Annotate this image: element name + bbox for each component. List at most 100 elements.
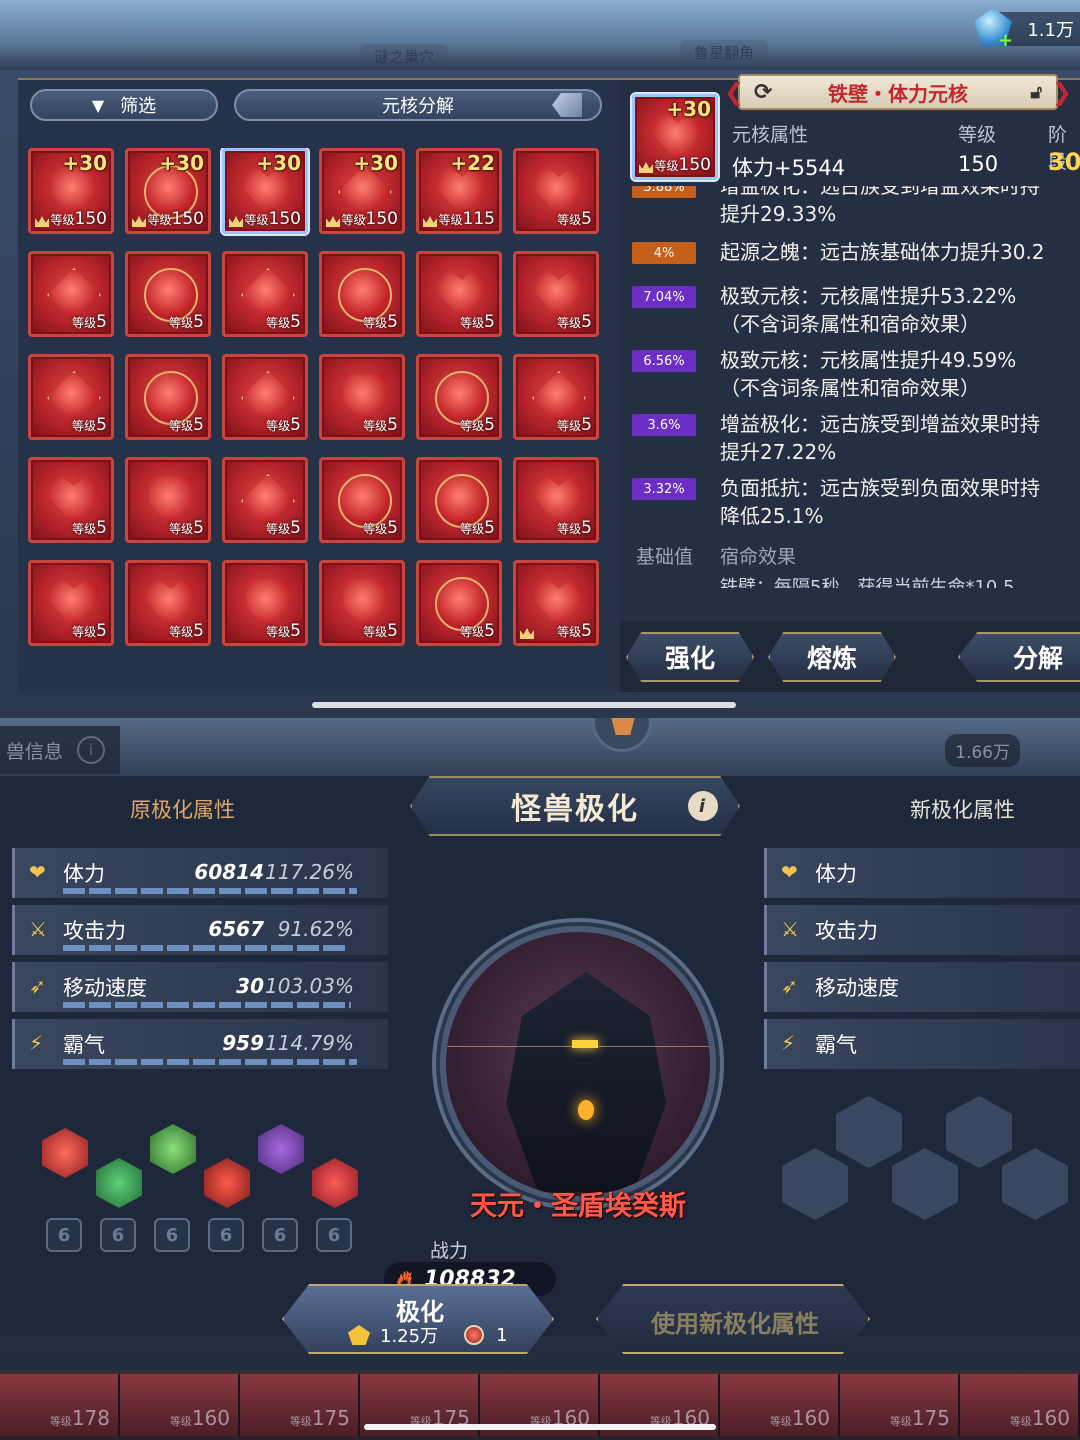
beast-name: 天元・圣盾埃癸斯 xyxy=(470,1191,686,1222)
skill-purple-icon[interactable] xyxy=(258,1124,304,1174)
core-item[interactable]: 等级5 xyxy=(28,354,114,440)
use-new-attr-label: 使用新极化属性 xyxy=(651,1310,819,1338)
wing-icon: ➶ xyxy=(781,974,798,998)
beast-thumb[interactable]: 等级160 xyxy=(720,1374,840,1436)
core-item[interactable]: 等级5 xyxy=(513,560,599,646)
effect-text: 极致元核：元核属性提升49.59% xyxy=(720,348,1017,372)
refresh-icon[interactable]: ⟳ xyxy=(754,80,772,105)
use-new-attr-button[interactable]: 使用新极化属性 xyxy=(596,1284,870,1354)
beast-info-tab[interactable]: 兽信息 i xyxy=(0,726,120,774)
core-item[interactable]: 等级5 xyxy=(416,251,502,337)
decompose-button[interactable]: 分解 xyxy=(958,632,1080,682)
locked-slot-4[interactable]: 6 xyxy=(208,1218,244,1252)
polarize-cost: 1.25万 1 xyxy=(348,1322,508,1348)
core-item[interactable]: 等级5 xyxy=(222,251,308,337)
core-item[interactable]: 等级5 xyxy=(222,457,308,543)
stage-value: 30 xyxy=(1048,148,1080,176)
skill-green-icon[interactable] xyxy=(96,1158,142,1208)
core-item[interactable]: 等级5 xyxy=(319,457,405,543)
smelt-button[interactable]: 熔炼 xyxy=(768,632,896,682)
beast-thumb[interactable]: 等级160 xyxy=(960,1374,1080,1436)
filter-icon: ▼ xyxy=(91,95,105,115)
stat-bar xyxy=(63,945,345,951)
beast-thumb[interactable]: 等级175 xyxy=(840,1374,960,1436)
core-item[interactable]: 等级5 xyxy=(319,560,405,646)
filter-button[interactable]: ▼ 筛选 xyxy=(30,89,218,121)
effect-text: 增益极化：远古族受到增益效果时持 xyxy=(720,412,1040,436)
core-item[interactable]: 等级5 xyxy=(28,457,114,543)
core-item[interactable]: 等级5 xyxy=(416,354,502,440)
lock-icon[interactable]: 🔓︎ xyxy=(1030,82,1042,103)
beast-thumb-level: 等级160 xyxy=(1009,1406,1070,1430)
core-item[interactable]: 等级5 xyxy=(28,251,114,337)
core-item[interactable]: 等级5 xyxy=(125,354,211,440)
core-item[interactable]: 等级5 xyxy=(125,560,211,646)
core-item[interactable]: 等级5 xyxy=(319,251,405,337)
core-item[interactable]: 等级5 xyxy=(513,251,599,337)
core-item[interactable]: 等级5 xyxy=(125,457,211,543)
beast-core-glow xyxy=(578,1100,594,1120)
enhance-button[interactable]: 强化 xyxy=(626,632,754,682)
gem-counter[interactable]: + 1.1万 xyxy=(974,8,1080,51)
core-item[interactable]: +30 等级150 xyxy=(319,148,405,234)
beast-thumb[interactable]: 等级178 xyxy=(0,1374,120,1436)
core-item[interactable]: 等级5 xyxy=(513,457,599,543)
core-item[interactable]: 等级5 xyxy=(416,457,502,543)
info-icon[interactable]: i xyxy=(77,736,106,764)
beast-thumb[interactable]: 等级175 xyxy=(240,1374,360,1436)
skill-fire-lv-icon[interactable] xyxy=(204,1158,250,1208)
locked-slot-2[interactable]: 6 xyxy=(100,1218,136,1252)
core-item[interactable]: 等级5 xyxy=(222,560,308,646)
beast-thumb[interactable]: 等级160 xyxy=(120,1374,240,1436)
core-plus: +30 xyxy=(666,97,711,121)
base-value-tab[interactable]: 基础值 xyxy=(636,542,693,569)
wing-icon: ➶ xyxy=(29,974,46,998)
core-detail-panel: +30 等级150 ❮ ⟳ 铁壁・体力元核 🔓︎ ❯ 元核属性 等级 阶段 体力… xyxy=(620,74,1080,692)
effects-list[interactable]: 3.88% 增益极化：远古族受到增益效果时持 提升29.33% 4% 起源之魄：远古族基… xyxy=(620,186,1080,588)
core-list-panel: ▼ 筛选 元核分解 +30 等级150 +30 等级150 +30 等级150 +30 等级1… xyxy=(18,80,620,692)
core-level: 等级5 xyxy=(169,621,204,641)
crown-icon xyxy=(520,628,534,639)
stat-percent: 114.79% xyxy=(265,1031,354,1055)
stat-name: 移动速度 xyxy=(815,976,899,1000)
core-item[interactable]: 等级5 xyxy=(125,251,211,337)
polarize-panel: 怪兽极化 i 原极化属性 新极化属性 ❤ 体力 60814 117.26% ⚔ 攻击力 65… xyxy=(0,776,1080,1336)
skill-red-icon[interactable] xyxy=(42,1128,88,1178)
faded-label-2: 鲁星翻角 xyxy=(680,40,769,65)
heart-icon: ❤ xyxy=(781,860,798,884)
core-plus: +30 xyxy=(159,151,204,175)
prev-arrow-icon[interactable]: ❮ xyxy=(724,78,744,106)
locked-slot-5[interactable]: 6 xyxy=(262,1218,298,1252)
sword-icon: ⚔ xyxy=(29,917,47,941)
empty-hex-slot xyxy=(836,1096,902,1168)
next-arrow-icon[interactable]: ❯ xyxy=(1052,78,1072,106)
beast-thumb-level: 等级160 xyxy=(769,1406,830,1430)
core-item[interactable]: 等级5 xyxy=(416,560,502,646)
core-item[interactable]: +22 等级115 xyxy=(416,148,502,234)
skill-green-star-icon[interactable] xyxy=(150,1124,196,1174)
core-item[interactable]: 等级5 xyxy=(513,354,599,440)
locked-slot-6[interactable]: 6 xyxy=(316,1218,352,1252)
crown-icon xyxy=(132,216,146,227)
stat-name: 攻击力 xyxy=(63,919,126,943)
locked-slot-1[interactable]: 6 xyxy=(46,1218,82,1252)
fate-effect-tab[interactable]: 宿命效果 xyxy=(720,542,796,569)
level-header: 等级 xyxy=(958,124,997,146)
new-attr-header: 新极化属性 xyxy=(910,798,1015,822)
core-level: 等级5 xyxy=(557,209,592,229)
info-icon[interactable]: i xyxy=(688,791,718,821)
core-item[interactable]: +30 等级150 xyxy=(28,148,114,234)
add-icon[interactable]: + xyxy=(998,30,1013,51)
decompose-all-button[interactable]: 元核分解 xyxy=(234,89,602,121)
core-item[interactable]: 等级5 xyxy=(222,354,308,440)
polarize-button[interactable]: 极化 1.25万 1 xyxy=(282,1284,554,1354)
effect-text: 提升27.22% xyxy=(720,440,837,464)
core-item[interactable]: +30 等级150 xyxy=(222,148,308,234)
core-item[interactable]: 等级5 xyxy=(28,560,114,646)
core-item[interactable]: +30 等级150 xyxy=(125,148,211,234)
core-item[interactable]: 等级5 xyxy=(513,148,599,234)
skill-shield-icon[interactable] xyxy=(312,1158,358,1208)
core-item[interactable]: 等级5 xyxy=(319,354,405,440)
core-level: 等级5 xyxy=(169,415,204,435)
locked-slot-3[interactable]: 6 xyxy=(154,1218,190,1252)
